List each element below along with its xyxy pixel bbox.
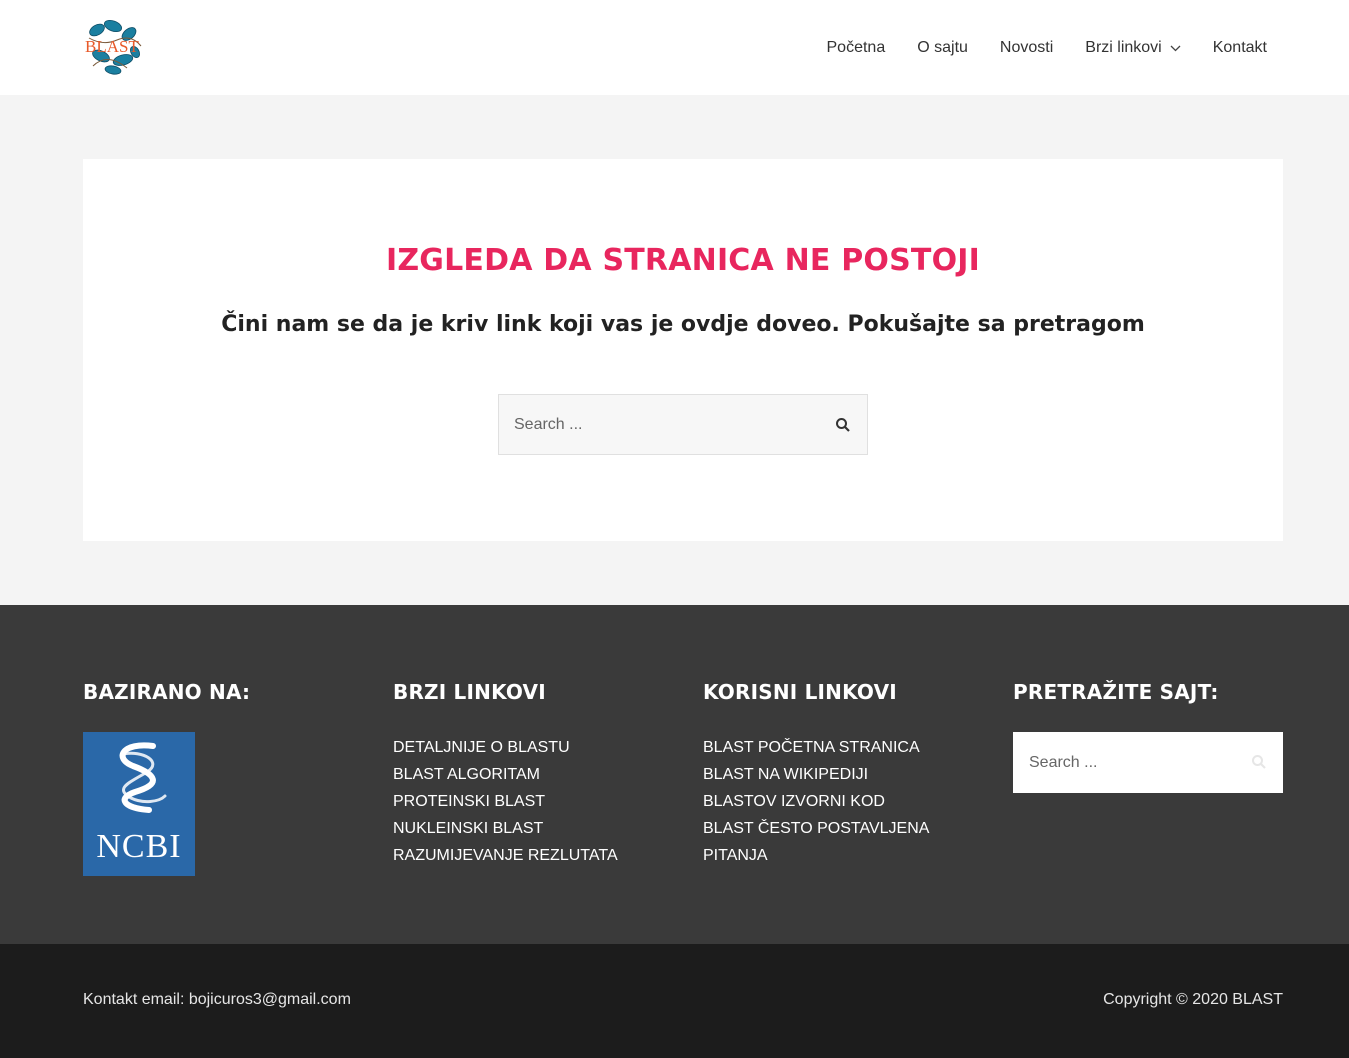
useful-link-item[interactable]: PITANJA: [703, 842, 929, 869]
nav-item-o-sajtu[interactable]: O sajtu: [917, 39, 968, 57]
footer-col-useful-links: KORISNI LINKOVI BLAST POČETNA STRANICA B…: [703, 680, 929, 869]
error-subtitle: Čini nam se da je kriv link koji vas je …: [221, 312, 1145, 337]
search-icon[interactable]: [1251, 754, 1267, 770]
footer-col-quick-links: BRZI LINKOVI DETALJNIJE O BLASTU BLAST A…: [393, 680, 618, 869]
main-search-input[interactable]: [499, 395, 799, 454]
nav-item-brzi-linkovi[interactable]: Brzi linkovi: [1085, 38, 1181, 57]
error-card: IZGLEDA DA STRANICA NE POSTOJI Čini nam …: [83, 159, 1283, 541]
useful-link-item[interactable]: BLAST NA WIKIPEDIJI: [703, 761, 929, 788]
footer-search-input[interactable]: [1013, 732, 1233, 793]
footer-title-quick-links: BRZI LINKOVI: [393, 680, 546, 704]
blast-logo[interactable]: BLAST: [83, 16, 147, 78]
quick-links-list: DETALJNIJE O BLASTU BLAST ALGORITAM PROT…: [393, 734, 618, 869]
ncbi-logo-text: NCBI: [96, 828, 182, 865]
footer-bottom-bar: Kontakt email: bojicuros3@gmail.com Copy…: [0, 944, 1349, 1058]
error-title: IZGLEDA DA STRANICA NE POSTOJI: [385, 243, 981, 278]
main-section: IZGLEDA DA STRANICA NE POSTOJI Čini nam …: [0, 95, 1349, 605]
copyright-text: Copyright © 2020 BLAST: [1103, 991, 1283, 1008]
quick-link-item[interactable]: BLAST ALGORITAM: [393, 761, 618, 788]
useful-link-item[interactable]: BLAST POČETNA STRANICA: [703, 734, 929, 761]
nav-item-pocetna[interactable]: Početna: [827, 39, 886, 57]
logo-text: BLAST: [85, 37, 139, 56]
footer-col-search: PRETRAŽITE SAJT:: [1013, 680, 1283, 793]
footer-title-search: PRETRAŽITE SAJT:: [1013, 680, 1219, 704]
footer-widgets: BAZIRANO NA: NCBI BRZI LINKOVI DETALJNIJ…: [0, 605, 1349, 944]
quick-link-item[interactable]: NUKLEINSKI BLAST: [393, 815, 618, 842]
useful-link-item[interactable]: BLAST ČESTO POSTAVLJENA: [703, 815, 929, 842]
quick-link-item[interactable]: PROTEINSKI BLAST: [393, 788, 618, 815]
main-nav: Početna O sajtu Novosti Brzi linkovi Kon…: [795, 0, 1268, 95]
quick-link-item[interactable]: DETALJNIJE O BLASTU: [393, 734, 618, 761]
footer-title-based-on: BAZIRANO NA:: [83, 680, 251, 704]
footer-col-based-on: BAZIRANO NA: NCBI: [83, 680, 250, 876]
site-header: BLAST Početna O sajtu Novosti Brzi linko…: [0, 0, 1349, 95]
chevron-down-icon: [1170, 39, 1181, 57]
nav-item-brzi-linkovi-label: Brzi linkovi: [1085, 38, 1162, 56]
footer-title-useful-links: KORISNI LINKOVI: [703, 680, 897, 704]
quick-link-item[interactable]: RAZUMIJEVANJE REZLUTATA: [393, 842, 618, 869]
useful-links-list: BLAST POČETNA STRANICA BLAST NA WIKIPEDI…: [703, 734, 929, 869]
contact-email: Kontakt email: bojicuros3@gmail.com: [83, 991, 351, 1008]
search-icon[interactable]: [835, 417, 851, 433]
main-search-form: [498, 394, 868, 455]
footer-search-form: [1013, 732, 1283, 793]
useful-link-item[interactable]: BLASTOV IZVORNI KOD: [703, 788, 929, 815]
nav-item-novosti[interactable]: Novosti: [1000, 39, 1053, 57]
ncbi-logo[interactable]: NCBI: [83, 732, 195, 876]
nav-item-kontakt[interactable]: Kontakt: [1213, 39, 1267, 57]
